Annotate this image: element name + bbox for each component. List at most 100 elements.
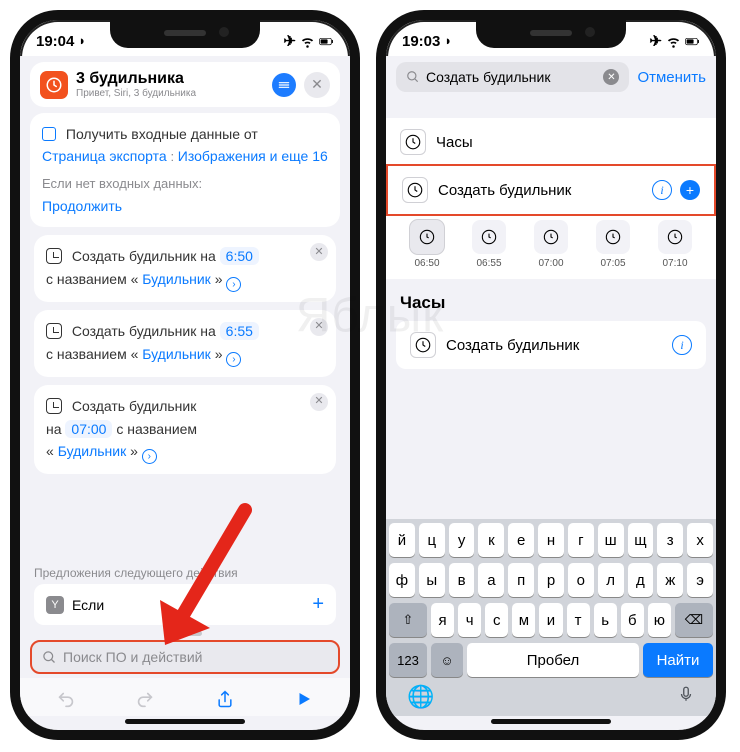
key[interactable]: я	[431, 603, 454, 637]
search-bar: Создать будильник ✕ Отменить	[396, 62, 706, 92]
search-field[interactable]: Поиск ПО и действий	[30, 640, 340, 674]
info-button[interactable]: i	[672, 335, 692, 355]
dnd-icon: ◗	[78, 34, 93, 49]
add-button[interactable]: +	[680, 180, 700, 200]
backspace-key[interactable]: ⌫	[675, 603, 713, 637]
redo-button[interactable]	[132, 686, 158, 712]
info-button[interactable]: i	[652, 180, 672, 200]
key-row: ⇧ ячсмитьбю ⌫	[389, 603, 713, 637]
key[interactable]: й	[389, 523, 415, 557]
search-input[interactable]: Создать будильник ✕	[396, 62, 629, 92]
add-icon[interactable]: +	[312, 593, 324, 616]
key[interactable]: р	[538, 563, 564, 597]
key[interactable]: с	[485, 603, 508, 637]
status-time: 19:04	[36, 33, 74, 50]
key[interactable]: ю	[648, 603, 671, 637]
close-button[interactable]: ✕	[304, 72, 330, 98]
battery-icon	[319, 34, 334, 49]
key[interactable]: г	[568, 523, 594, 557]
cancel-button[interactable]: Отменить	[637, 69, 706, 86]
preset-label: 06:50	[414, 258, 439, 269]
remove-icon[interactable]: ✕	[310, 393, 328, 411]
space-key[interactable]: Пробел	[467, 643, 639, 677]
phone-right: 19:03 ◗ ✈ Создать будильник ✕	[376, 10, 726, 740]
key[interactable]: ж	[657, 563, 683, 597]
status-time: 19:03	[402, 33, 440, 50]
alarm-action-2[interactable]: ✕ Создать будильник на 6:55 с названием …	[34, 310, 336, 377]
key[interactable]: ц	[419, 523, 445, 557]
time-token[interactable]: 6:50	[220, 247, 259, 265]
text: »	[215, 346, 223, 362]
run-button[interactable]	[291, 686, 317, 712]
preset-time[interactable]: 07:05	[596, 220, 630, 269]
preset-label: 07:00	[538, 258, 563, 269]
key[interactable]: о	[568, 563, 594, 597]
preset-time[interactable]: 07:00	[534, 220, 568, 269]
search-icon	[42, 650, 57, 665]
key[interactable]: э	[687, 563, 713, 597]
expand-icon[interactable]: ›	[226, 277, 241, 292]
sheet-grabber[interactable]	[168, 631, 202, 636]
remove-icon[interactable]: ✕	[310, 318, 328, 336]
name-token[interactable]: Будильник	[142, 346, 211, 362]
expand-icon[interactable]: ›	[142, 449, 157, 464]
globe-key[interactable]: 🌐	[407, 684, 434, 710]
name-token[interactable]: Будильник	[58, 443, 127, 459]
undo-button[interactable]	[53, 686, 79, 712]
shortcut-icon	[40, 71, 68, 99]
find-key[interactable]: Найти	[643, 643, 713, 677]
text: »	[215, 271, 223, 287]
key[interactable]: н	[538, 523, 564, 557]
key[interactable]: д	[628, 563, 654, 597]
key[interactable]: к	[478, 523, 504, 557]
key[interactable]: щ	[628, 523, 654, 557]
alarm-action-3[interactable]: ✕ Создать будильник на 07:00 с названием…	[34, 385, 336, 474]
notch	[110, 20, 260, 48]
key[interactable]: в	[449, 563, 475, 597]
name-token[interactable]: Будильник	[142, 271, 211, 287]
input-types[interactable]: Изображения и еще 16	[178, 148, 328, 164]
action-row-create-alarm[interactable]: Создать будильник i +	[386, 164, 716, 216]
time-token[interactable]: 07:00	[65, 420, 112, 438]
input-action-card[interactable]: Получить входные данные от Страница эксп…	[30, 113, 340, 227]
preset-time[interactable]: 07:10	[658, 220, 692, 269]
preset-time[interactable]: 06:55	[472, 220, 506, 269]
app-row-clock[interactable]: Часы	[386, 118, 716, 166]
home-indicator[interactable]	[125, 719, 245, 724]
key[interactable]: ы	[419, 563, 445, 597]
key[interactable]: з	[657, 523, 683, 557]
remove-icon[interactable]: ✕	[310, 243, 328, 261]
key[interactable]: б	[621, 603, 644, 637]
emoji-key[interactable]: ☺	[431, 643, 463, 677]
key[interactable]: ь	[594, 603, 617, 637]
shift-key[interactable]: ⇧	[389, 603, 427, 637]
key[interactable]: е	[508, 523, 534, 557]
key[interactable]: у	[449, 523, 475, 557]
action-row-create-alarm-2[interactable]: Создать будильник i	[396, 321, 706, 369]
key[interactable]: т	[567, 603, 590, 637]
key[interactable]: х	[687, 523, 713, 557]
key[interactable]: п	[508, 563, 534, 597]
alarm-action-1[interactable]: ✕ Создать будильник на 6:50 с названием …	[34, 235, 336, 302]
clear-icon[interactable]: ✕	[603, 69, 619, 85]
dictation-key[interactable]	[677, 683, 695, 710]
settings-button[interactable]	[272, 73, 296, 97]
suggestion-item[interactable]: YЕсли +	[34, 584, 336, 625]
key[interactable]: л	[598, 563, 624, 597]
fallback-action[interactable]: Продолжить	[42, 198, 122, 214]
numbers-key[interactable]: 123	[389, 643, 427, 677]
share-button[interactable]	[212, 686, 238, 712]
key[interactable]: а	[478, 563, 504, 597]
preset-time[interactable]: 06:50	[410, 220, 444, 269]
notch	[476, 20, 626, 48]
time-token[interactable]: 6:55	[220, 322, 259, 340]
input-source[interactable]: Страница экспорта	[42, 148, 167, 164]
key[interactable]: ф	[389, 563, 415, 597]
key[interactable]: ш	[598, 523, 624, 557]
key[interactable]: м	[512, 603, 535, 637]
text: на	[46, 421, 62, 437]
expand-icon[interactable]: ›	[226, 352, 241, 367]
key[interactable]: ч	[458, 603, 481, 637]
home-indicator[interactable]	[491, 719, 611, 724]
key[interactable]: и	[539, 603, 562, 637]
